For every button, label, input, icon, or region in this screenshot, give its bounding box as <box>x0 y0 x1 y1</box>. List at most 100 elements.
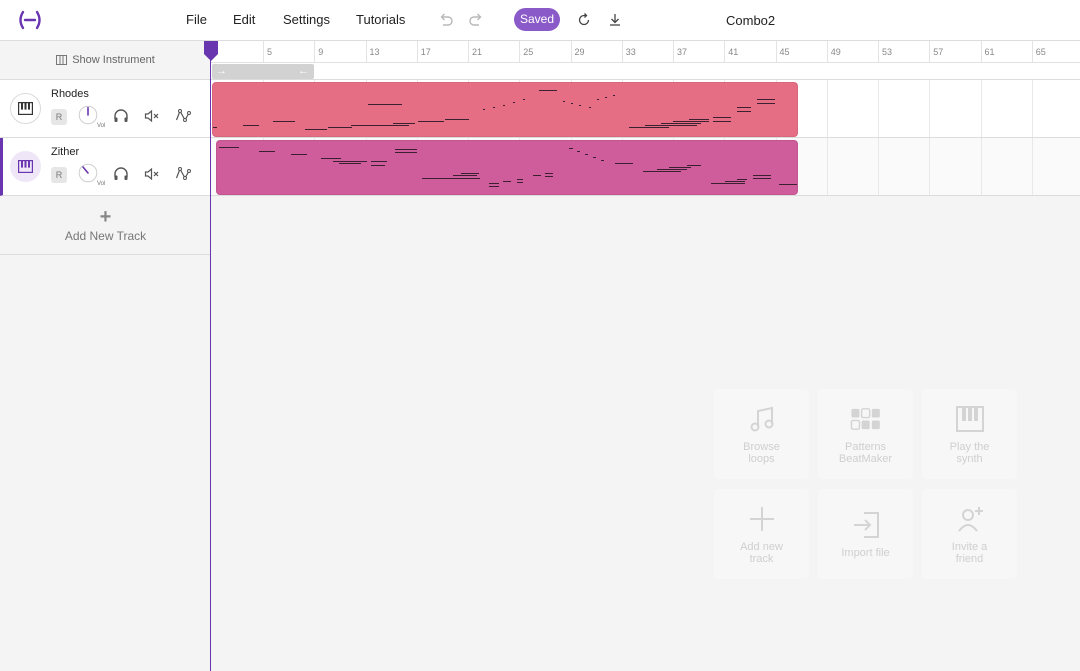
playhead-handle[interactable] <box>203 41 219 61</box>
midi-note <box>669 167 691 168</box>
add-track-label: Add New Track <box>64 228 147 243</box>
mute-icon[interactable] <box>143 107 161 125</box>
undo-icon[interactable] <box>437 11 455 29</box>
midi-note <box>643 171 681 172</box>
volume-label: Vol <box>97 123 106 129</box>
midi-note <box>351 125 409 126</box>
volume-knob[interactable] <box>78 163 98 183</box>
midi-note <box>219 147 239 148</box>
midi-note <box>657 169 687 170</box>
midi-note <box>333 161 367 162</box>
import-icon <box>853 512 879 538</box>
quick-action-card[interactable]: Play the synth <box>922 389 1017 479</box>
quick-action-card[interactable]: Browse loops <box>714 389 809 479</box>
ruler-tick-line <box>826 41 828 63</box>
download-icon[interactable] <box>606 11 624 29</box>
automation-icon[interactable] <box>174 165 192 183</box>
refresh-icon[interactable] <box>575 11 593 29</box>
ruler-tick-line <box>929 41 931 63</box>
quick-action-card[interactable]: Add new track <box>714 489 809 579</box>
menu-tutorials[interactable]: Tutorials <box>356 12 405 27</box>
midi-note <box>539 90 557 91</box>
track-lane-zither[interactable] <box>211 138 1080 196</box>
timeline-ruler[interactable]: 5 9 13 17 21 25 29 33 37 41 45 49 53 57 61 65 <box>211 41 1080 63</box>
ruler-tick-line <box>314 41 316 63</box>
track-name[interactable]: Zither <box>51 146 79 158</box>
app-logo-icon[interactable] <box>16 9 44 31</box>
loop-end-arrow-icon[interactable]: ← <box>298 64 309 79</box>
ruler-tick-line <box>775 41 777 63</box>
midi-note <box>393 123 415 124</box>
music-note-icon <box>750 406 773 432</box>
midi-clip-zither[interactable] <box>216 140 798 195</box>
track-lane-rhodes[interactable] <box>211 80 1080 138</box>
midi-note <box>533 175 541 176</box>
record-arm-button[interactable]: R <box>51 109 67 125</box>
headphones-icon[interactable] <box>112 165 130 183</box>
lane-grid-line <box>929 138 931 195</box>
midi-note <box>489 183 499 184</box>
ruler-tick-line <box>621 41 623 63</box>
midi-note <box>753 178 771 179</box>
loop-start-arrow-icon[interactable]: → <box>216 64 227 79</box>
midi-note <box>545 173 553 174</box>
plus-icon: + <box>99 205 112 228</box>
midi-note <box>339 163 361 164</box>
midi-note <box>395 152 417 153</box>
midi-note <box>422 178 480 179</box>
ruler-tick-label: 9 <box>318 47 324 57</box>
show-instrument-button[interactable]: Show Instrument <box>0 41 211 80</box>
piano-keys-icon <box>18 102 33 115</box>
track-instrument-button[interactable] <box>10 93 41 124</box>
track-name[interactable]: Rhodes <box>51 88 89 100</box>
midi-clip-rhodes[interactable] <box>212 82 798 137</box>
menu-settings[interactable]: Settings <box>283 12 330 27</box>
ruler-tick-label: 65 <box>1035 47 1046 57</box>
midi-note <box>243 125 259 126</box>
midi-note <box>328 127 352 128</box>
playhead-line <box>210 48 211 671</box>
midi-note <box>673 121 709 122</box>
redo-icon[interactable] <box>467 11 485 29</box>
midi-note <box>585 154 588 155</box>
quick-action-card[interactable]: Import file <box>818 489 913 579</box>
track-header-zither[interactable]: Zither R Vol <box>0 138 211 196</box>
automation-icon[interactable] <box>174 107 192 125</box>
ruler-tick-label: 5 <box>267 47 273 57</box>
headphones-icon[interactable] <box>112 107 130 125</box>
add-new-track-button[interactable]: + Add New Track <box>0 196 211 255</box>
ruler-tick-line <box>878 41 879 63</box>
volume-knob[interactable] <box>78 105 98 125</box>
quick-action-card[interactable]: Patterns BeatMaker <box>818 389 913 479</box>
midi-note <box>629 127 669 128</box>
midi-note <box>779 184 797 185</box>
track-header-rhodes[interactable]: Rhodes R Vol <box>0 80 211 138</box>
ruler-tick-label: 21 <box>472 47 483 57</box>
menu-file[interactable]: File <box>186 12 207 27</box>
lane-grid-line <box>980 138 982 195</box>
lane-grid-line <box>878 80 879 137</box>
plus-icon <box>749 507 774 531</box>
saved-button[interactable]: Saved <box>514 8 560 31</box>
quick-action-label: Browse loops <box>743 441 780 465</box>
loop-bar[interactable]: → ← <box>211 63 1080 80</box>
midi-note <box>713 121 731 122</box>
track-instrument-button[interactable] <box>10 151 41 182</box>
quick-action-card[interactable]: Invite a friend <box>922 489 1017 579</box>
project-title[interactable]: Combo2 <box>726 13 775 28</box>
loop-region[interactable]: → ← <box>212 64 314 79</box>
ruler-tick-line <box>673 41 674 63</box>
ruler-tick-label: 37 <box>677 47 688 57</box>
midi-note <box>368 104 402 105</box>
ruler-tick-line <box>570 41 572 63</box>
ruler-tick-line <box>1031 41 1033 63</box>
menu-edit[interactable]: Edit <box>233 12 255 27</box>
quick-action-label: Import file <box>841 547 890 559</box>
ruler-tick-label: 25 <box>523 47 534 57</box>
record-arm-button[interactable]: R <box>51 167 67 183</box>
top-bar: File Edit Settings Tutorials Saved Combo… <box>0 0 1080 41</box>
mute-icon[interactable] <box>143 165 161 183</box>
ruler-tick-line <box>980 41 982 63</box>
volume-label: Vol <box>97 181 106 187</box>
midi-note <box>445 119 469 120</box>
